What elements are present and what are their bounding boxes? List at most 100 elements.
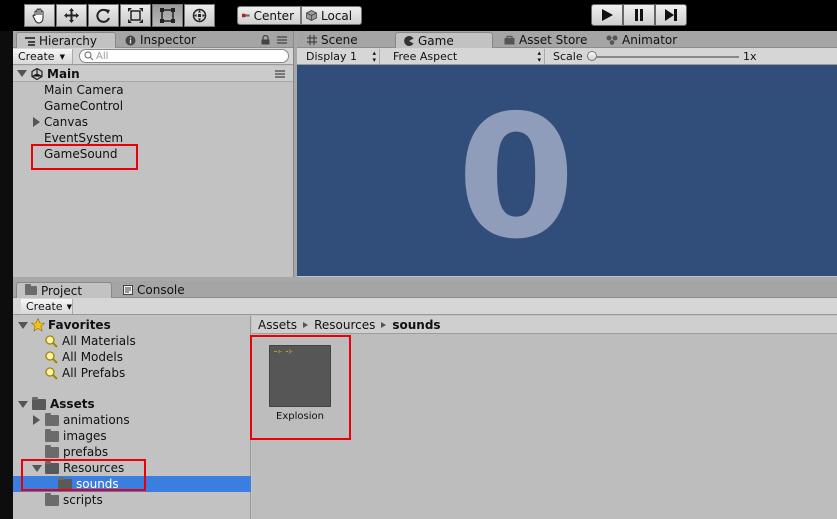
folder-icon bbox=[25, 284, 37, 295]
hierarchy-subbar: Create ▼ All bbox=[13, 48, 293, 65]
folder-item-animations[interactable]: animations bbox=[13, 412, 251, 428]
search-icon bbox=[84, 51, 94, 61]
main-toolbar: Center Local bbox=[0, 0, 837, 31]
hierarchy-item-canvas[interactable]: Canvas bbox=[13, 114, 88, 130]
breadcrumb-current[interactable]: sounds bbox=[392, 318, 440, 332]
folder-item-images[interactable]: images bbox=[13, 428, 251, 444]
tab-game-label: Game bbox=[418, 33, 454, 48]
hierarchy-item-label: EventSystem bbox=[44, 131, 124, 145]
pause-icon bbox=[635, 9, 643, 21]
pivot-center-label: Center bbox=[253, 8, 294, 23]
rect-icon bbox=[160, 8, 175, 23]
move-tool-button[interactable] bbox=[56, 4, 87, 27]
store-bag-icon bbox=[504, 35, 515, 45]
tab-animator[interactable]: Animator bbox=[598, 32, 685, 48]
scene-grid-icon bbox=[307, 35, 317, 45]
hierarchy-create-button[interactable]: Create ▼ bbox=[13, 49, 73, 64]
expand-down-icon[interactable] bbox=[18, 321, 28, 329]
expand-right-icon[interactable] bbox=[33, 415, 40, 425]
panel-menu-icon[interactable] bbox=[277, 36, 287, 44]
rotate-tool-button[interactable] bbox=[88, 4, 119, 27]
project-asset-area: Assets Resources sounds Explosion bbox=[250, 316, 837, 519]
scene-name: Main bbox=[47, 66, 80, 81]
favorite-item[interactable]: All Prefabs bbox=[13, 365, 251, 381]
scene-menu-icon[interactable] bbox=[275, 70, 285, 78]
expand-right-icon[interactable] bbox=[33, 117, 40, 127]
updown-arrow-icon: ▴ ▾ bbox=[372, 48, 376, 64]
folder-label: prefabs bbox=[63, 445, 109, 459]
folder-item-prefabs[interactable]: prefabs bbox=[13, 444, 251, 460]
space-local-label: Local bbox=[321, 8, 353, 23]
hierarchy-item-gamecontrol[interactable]: GameControl bbox=[13, 98, 123, 114]
space-local-button[interactable]: Local bbox=[301, 6, 362, 25]
play-button[interactable] bbox=[591, 4, 623, 26]
tab-hierarchy[interactable]: Hierarchy bbox=[16, 32, 116, 48]
scale-slider-track[interactable] bbox=[589, 56, 739, 58]
game-controlbar: Display 1 ▴ ▾ Free Aspect ▴ ▾ Scale 1x bbox=[297, 48, 837, 65]
hierarchy-item-main-camera[interactable]: Main Camera bbox=[13, 82, 124, 98]
hierarchy-create-label: Create bbox=[18, 50, 55, 63]
cube-icon bbox=[306, 10, 317, 21]
game-viewport[interactable]: 0 bbox=[297, 65, 837, 276]
highlight-box-explosion bbox=[250, 335, 351, 440]
scale-slider-thumb[interactable] bbox=[587, 51, 597, 61]
breadcrumb-item[interactable]: Assets bbox=[258, 318, 297, 332]
animator-nodes-icon bbox=[606, 35, 618, 45]
scale-value: 1x bbox=[743, 50, 757, 63]
hierarchy-icon bbox=[25, 36, 35, 46]
transform-icon bbox=[192, 8, 207, 23]
transform-tool-button[interactable] bbox=[184, 4, 215, 27]
breadcrumb: Assets Resources sounds bbox=[252, 316, 837, 334]
breadcrumb-item[interactable]: Resources bbox=[314, 318, 375, 332]
step-button[interactable] bbox=[655, 4, 687, 26]
tab-project[interactable]: Project bbox=[16, 282, 112, 298]
project-create-button[interactable]: Create ▼ bbox=[21, 299, 73, 314]
expand-down-icon[interactable] bbox=[18, 400, 28, 408]
search-filter-icon bbox=[45, 350, 58, 364]
favorite-item[interactable]: All Models bbox=[13, 349, 251, 365]
tab-inspector[interactable]: Inspector bbox=[117, 32, 204, 48]
tab-asset-store-label: Asset Store bbox=[519, 33, 588, 47]
tab-console[interactable]: Console bbox=[115, 282, 193, 298]
rotate-icon bbox=[96, 8, 110, 23]
lock-icon[interactable] bbox=[261, 35, 270, 45]
favorite-label: All Materials bbox=[62, 334, 136, 348]
tab-asset-store[interactable]: Asset Store bbox=[496, 32, 595, 48]
dropdown-arrow-icon: ▼ bbox=[59, 52, 65, 61]
pacman-icon bbox=[404, 35, 414, 46]
favorite-item[interactable]: All Materials bbox=[13, 333, 251, 349]
tab-scene[interactable]: Scene bbox=[299, 32, 366, 48]
favorites-row[interactable]: Favorites bbox=[13, 317, 251, 333]
favorites-label: Favorites bbox=[48, 318, 111, 332]
scene-row[interactable]: Main bbox=[13, 66, 293, 82]
hierarchy-search-input[interactable]: All bbox=[79, 49, 289, 63]
expand-down-icon[interactable] bbox=[17, 70, 27, 77]
folder-item-scripts[interactable]: scripts bbox=[13, 492, 251, 508]
hierarchy-item-label: GameControl bbox=[44, 99, 124, 113]
pivot-center-button[interactable]: Center bbox=[237, 6, 301, 25]
pause-button[interactable] bbox=[623, 4, 655, 26]
assets-label: Assets bbox=[50, 397, 95, 411]
rect-tool-button[interactable] bbox=[152, 4, 183, 27]
hierarchy-item-label: Canvas bbox=[44, 115, 89, 129]
project-folder-tree: Favorites All Materials All Models All P… bbox=[13, 316, 251, 519]
console-icon bbox=[123, 285, 133, 295]
aspect-dropdown[interactable]: Free Aspect ▴ ▾ bbox=[387, 49, 545, 64]
game-tabbar: Scene Game Asset Store Animator bbox=[297, 31, 837, 48]
favorite-label: All Prefabs bbox=[62, 366, 126, 380]
scale-tool-button[interactable] bbox=[120, 4, 151, 27]
breadcrumb-separator-icon bbox=[381, 321, 387, 328]
highlight-box-resources bbox=[21, 459, 146, 491]
search-filter-icon bbox=[45, 334, 58, 348]
project-subbar: Create ▼ bbox=[13, 298, 837, 315]
tab-inspector-label: Inspector bbox=[140, 33, 196, 47]
folder-icon bbox=[45, 444, 59, 458]
breadcrumb-separator-icon bbox=[303, 321, 309, 328]
scale-label: Scale bbox=[553, 50, 583, 63]
display-dropdown[interactable]: Display 1 ▴ ▾ bbox=[300, 49, 380, 64]
hand-tool-button[interactable] bbox=[24, 4, 55, 27]
folder-icon bbox=[45, 492, 59, 506]
assets-row[interactable]: Assets bbox=[13, 396, 251, 412]
tab-game[interactable]: Game bbox=[395, 32, 493, 48]
score-text: 0 bbox=[457, 79, 576, 277]
